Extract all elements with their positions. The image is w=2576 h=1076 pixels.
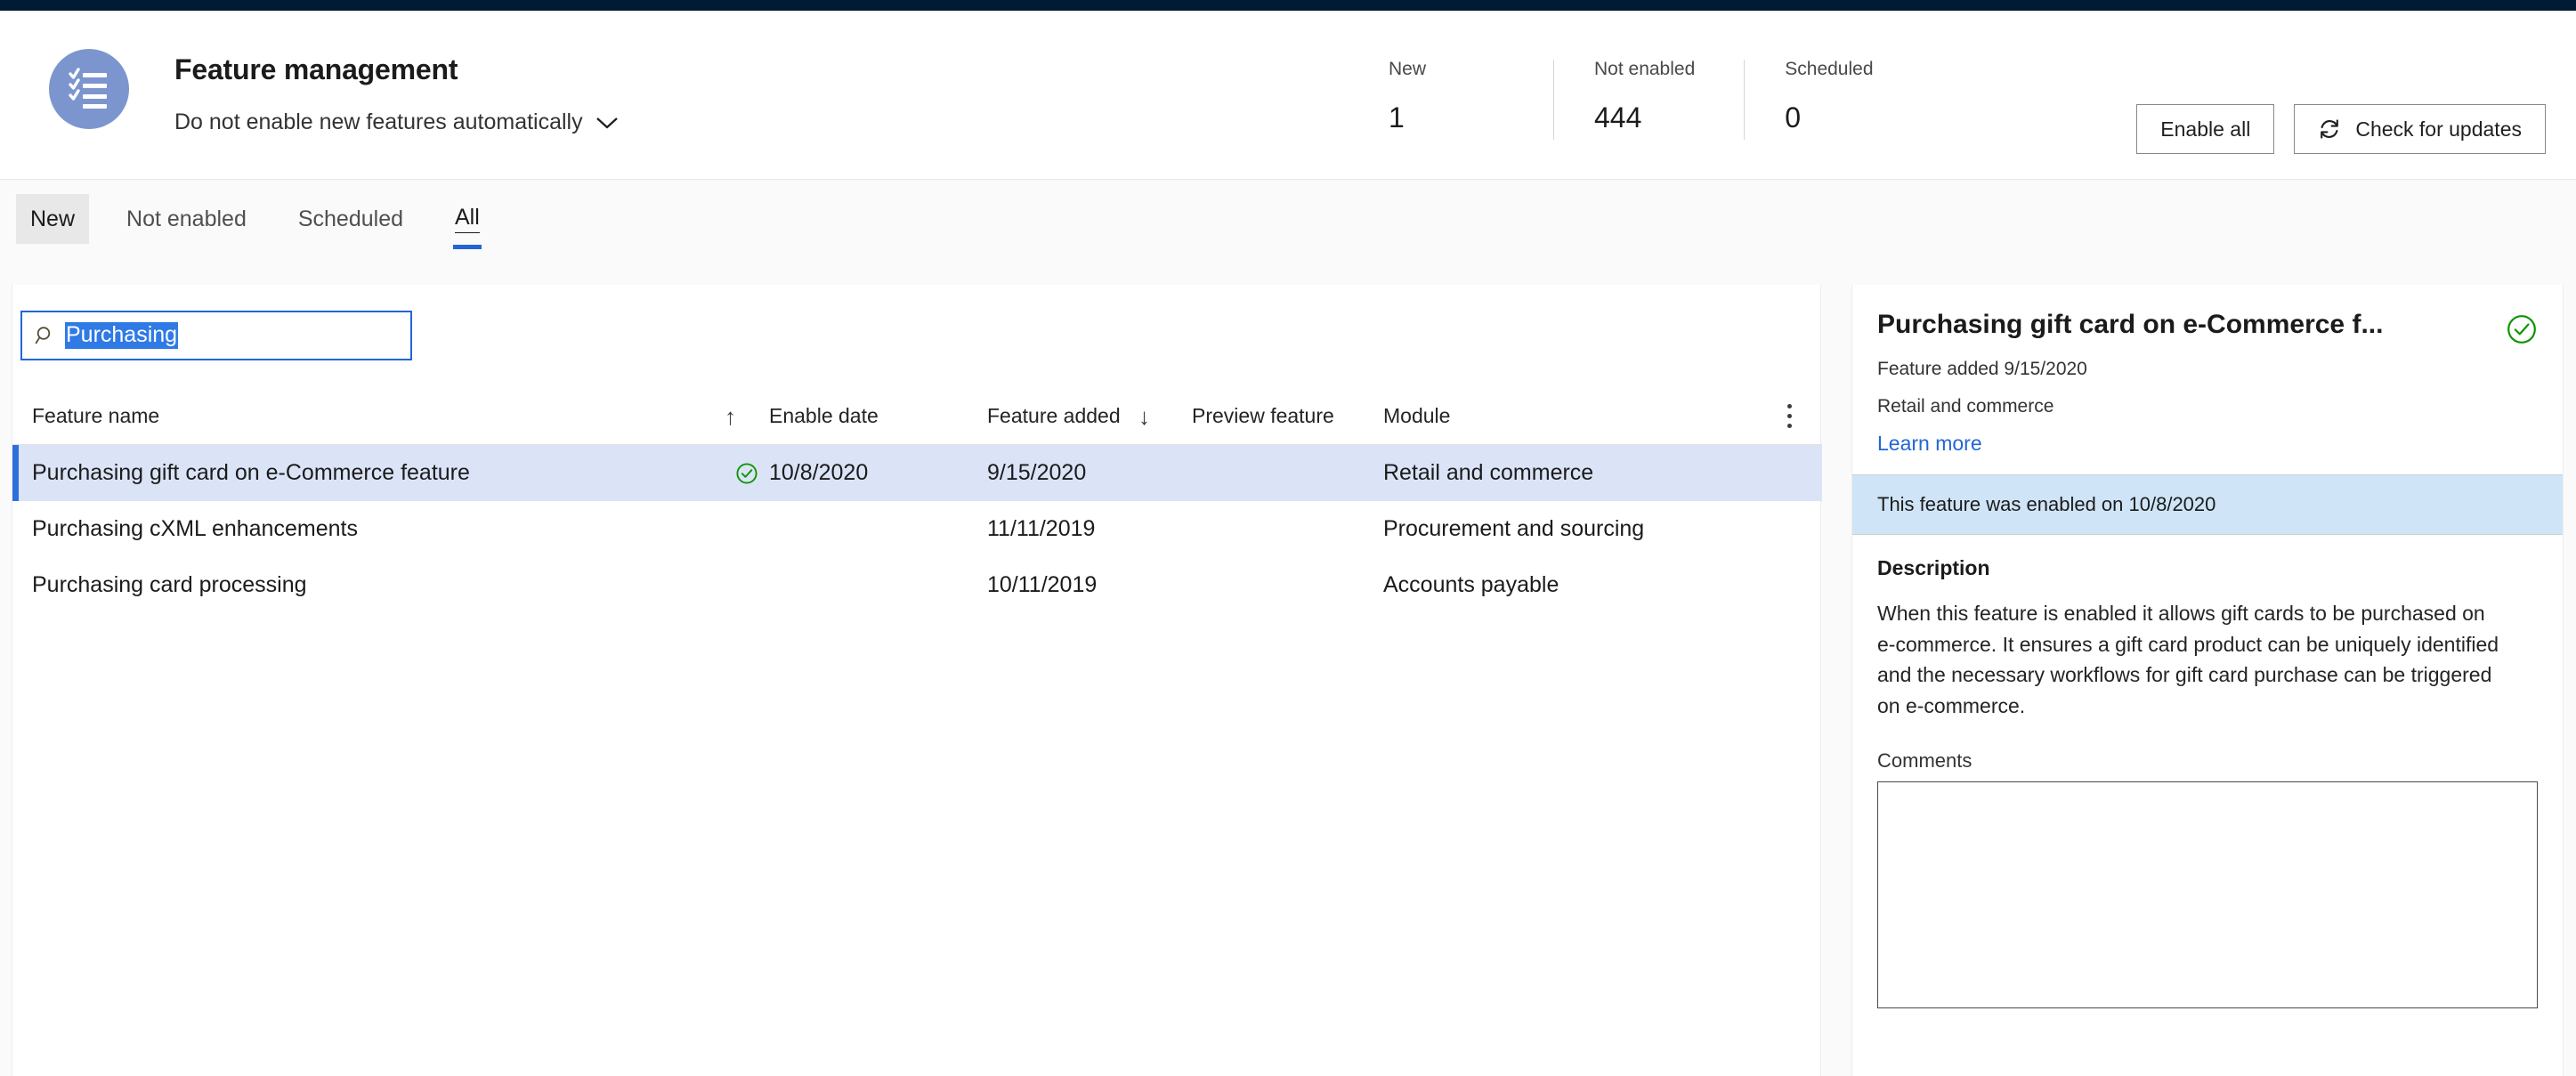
column-header-feature-added[interactable]: Feature added xyxy=(987,406,1138,426)
cell-feature-added: 11/11/2019 xyxy=(987,518,1096,540)
checklist-icon xyxy=(49,49,129,129)
column-header-module-label: Module xyxy=(1383,404,1451,427)
learn-more-link[interactable]: Learn more xyxy=(1877,433,1982,454)
column-header-enable-date-label: Enable date xyxy=(769,404,879,427)
stat-scheduled-label: Scheduled xyxy=(1785,59,1874,79)
stat-not-enabled-value: 444 xyxy=(1594,101,1642,133)
refresh-icon xyxy=(2321,119,2339,139)
table-row[interactable]: Purchasing gift card on e-Commerce featu… xyxy=(12,445,1822,501)
tab-not-enabled[interactable]: Not enabled xyxy=(112,194,261,244)
search-input-value: Purchasing xyxy=(65,321,179,350)
table-row[interactable]: Purchasing cXML enhancements 11/11/2019 … xyxy=(12,501,1822,557)
column-header-module[interactable]: Module xyxy=(1383,406,1822,426)
cell-enabled-status xyxy=(725,462,769,485)
cell-enable-date: 10/8/2020 xyxy=(769,462,869,484)
stat-scheduled: Scheduled 0 xyxy=(1744,60,1922,140)
tab-not-enabled-label: Not enabled xyxy=(126,206,247,231)
feature-list-panel: Purchasing Feature name ↑ Enable date Fe… xyxy=(12,285,1822,1076)
column-header-preview-feature-label: Preview feature xyxy=(1192,404,1334,427)
enable-all-label: Enable all xyxy=(2160,117,2251,141)
search-icon xyxy=(35,327,51,344)
stat-new: New 1 xyxy=(1389,60,1553,140)
page-title: Feature management xyxy=(174,53,458,85)
header-actions: Enable all Check for updates xyxy=(2136,104,2546,154)
search-input[interactable]: Purchasing xyxy=(20,311,412,360)
arrow-up-icon: ↑ xyxy=(725,402,736,430)
tab-new[interactable]: New xyxy=(16,194,90,244)
tab-all[interactable]: All xyxy=(441,194,494,249)
arrow-down-icon: ↓ xyxy=(1138,402,1150,430)
tab-new-label: New xyxy=(30,206,76,231)
column-header-preview-feature[interactable]: Preview feature xyxy=(1192,406,1383,426)
feature-detail-panel: Purchasing gift card on e-Commerce f... … xyxy=(1851,285,2564,1076)
auto-enable-setting-dropdown[interactable]: Do not enable new features automatically xyxy=(174,111,619,133)
detail-title: Purchasing gift card on e-Commerce f... xyxy=(1877,310,2384,339)
stat-not-enabled-label: Not enabled xyxy=(1594,59,1696,79)
sort-indicator-feature-name: ↑ xyxy=(725,405,769,428)
sort-indicator-feature-added: ↓ xyxy=(1138,405,1192,428)
chevron-down-icon xyxy=(595,117,618,128)
tab-scheduled[interactable]: Scheduled xyxy=(284,194,417,244)
feature-stats: New 1 Not enabled 444 Scheduled 0 xyxy=(1389,60,1923,140)
column-header-feature-name-label: Feature name xyxy=(32,404,160,427)
table-row[interactable]: Purchasing card processing 10/11/2019 Ac… xyxy=(12,557,1822,613)
cell-module: Procurement and sourcing xyxy=(1383,518,1645,540)
detail-module: Retail and commerce xyxy=(1877,396,2054,417)
search-container: Purchasing xyxy=(20,311,412,360)
cell-feature-name: Purchasing cXML enhancements xyxy=(32,518,358,540)
feature-table: Feature name ↑ Enable date Feature added… xyxy=(12,388,1822,613)
tab-scheduled-label: Scheduled xyxy=(297,206,403,231)
column-header-feature-added-label: Feature added xyxy=(987,404,1121,427)
column-header-enable-date[interactable]: Enable date xyxy=(769,406,987,426)
detail-body: Description When this feature is enabled… xyxy=(1852,535,2563,1013)
table-header-row: Feature name ↑ Enable date Feature added… xyxy=(12,388,1822,445)
stat-new-value: 1 xyxy=(1389,101,1405,133)
detail-feature-added: Feature added 9/15/2020 xyxy=(1877,359,2087,379)
page-header: Feature management Do not enable new fea… xyxy=(0,11,2576,180)
check-for-updates-label: Check for updates xyxy=(2355,117,2522,141)
kebab-menu-icon[interactable] xyxy=(1776,388,1802,444)
cell-feature-name: Purchasing gift card on e-Commerce featu… xyxy=(32,462,470,484)
cell-feature-name: Purchasing card processing xyxy=(32,574,307,596)
cell-module: Accounts payable xyxy=(1383,574,1559,596)
check-for-updates-button[interactable]: Check for updates xyxy=(2294,104,2546,154)
green-check-circle-icon xyxy=(2507,315,2536,344)
description-heading: Description xyxy=(1877,556,1990,580)
stat-not-enabled: Not enabled 444 xyxy=(1553,60,1744,140)
comments-input[interactable] xyxy=(1877,781,2538,1009)
cell-feature-added: 9/15/2020 xyxy=(987,462,1087,484)
tab-all-label: All xyxy=(455,205,480,233)
cell-feature-added: 10/11/2019 xyxy=(987,574,1098,596)
stat-new-label: New xyxy=(1389,59,1427,79)
cell-module: Retail and commerce xyxy=(1383,462,1594,484)
app-top-navigation-bar xyxy=(0,0,2576,11)
enabled-status-banner: This feature was enabled on 10/8/2020 xyxy=(1852,473,2563,536)
column-header-feature-name[interactable]: Feature name xyxy=(12,406,725,426)
detail-header: Purchasing gift card on e-Commerce f... … xyxy=(1852,285,2563,474)
filter-tabs: New Not enabled Scheduled All xyxy=(0,180,2576,258)
description-text: When this feature is enabled it allows g… xyxy=(1877,602,2499,717)
stat-scheduled-value: 0 xyxy=(1785,101,1802,133)
comments-label: Comments xyxy=(1877,749,1973,773)
auto-enable-setting-label: Do not enable new features automatically xyxy=(174,109,583,134)
enable-all-button[interactable]: Enable all xyxy=(2136,104,2275,154)
green-check-circle-icon xyxy=(736,462,757,484)
feature-management-page: Feature management Do not enable new fea… xyxy=(0,0,2576,1076)
